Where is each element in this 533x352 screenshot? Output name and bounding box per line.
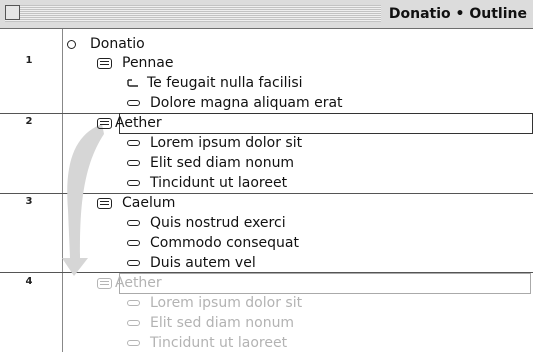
dash-icon bbox=[127, 260, 140, 266]
outline-item[interactable]: Elit sed diam nonum bbox=[127, 153, 294, 173]
drag-ghost-topic: Aether bbox=[97, 273, 162, 293]
item-label: Quis nostrud exerci bbox=[150, 215, 286, 231]
topic-icon bbox=[97, 57, 112, 69]
dash-icon bbox=[127, 160, 140, 166]
item-label: Lorem ipsum dolor sit bbox=[150, 135, 303, 151]
outline-item[interactable]: Duis autem vel bbox=[127, 253, 256, 273]
outline-topic-aether[interactable]: Aether bbox=[97, 113, 162, 133]
line-number-3: 3 bbox=[25, 196, 33, 207]
dash-icon bbox=[127, 320, 140, 326]
line-number-1: 1 bbox=[25, 55, 33, 66]
outline-item[interactable]: Te feugait nulla facilisi bbox=[127, 73, 303, 93]
item-label: Commodo consequat bbox=[150, 235, 299, 251]
drag-ghost-item: Lorem ipsum dolor sit bbox=[127, 293, 302, 313]
outline-window: Donatio • Outline 1 2 3 4 Donatio Pennae… bbox=[0, 0, 533, 352]
item-label: Te feugait nulla facilisi bbox=[147, 75, 303, 91]
dash-icon bbox=[127, 240, 140, 246]
drop-target-box bbox=[119, 273, 531, 294]
outline-item[interactable]: Commodo consequat bbox=[127, 233, 299, 253]
topic-icon bbox=[97, 197, 112, 209]
drag-ghost-item: Tincidunt ut laoreet bbox=[127, 333, 287, 352]
outline-topic-pennae[interactable]: Pennae bbox=[97, 53, 174, 73]
topic-icon bbox=[97, 117, 112, 129]
window-title: Donatio • Outline bbox=[380, 5, 527, 23]
outline-topic-caelum[interactable]: Caelum bbox=[97, 193, 175, 213]
outline-item[interactable]: Lorem ipsum dolor sit bbox=[127, 133, 302, 153]
outline-item[interactable]: Quis nostrud exerci bbox=[127, 213, 286, 233]
dash-icon bbox=[127, 100, 140, 106]
topic-label: Pennae bbox=[122, 55, 174, 71]
selection-box bbox=[119, 113, 533, 134]
topic-label: Caelum bbox=[122, 195, 176, 211]
line-number-2: 2 bbox=[25, 116, 33, 127]
ghost-item-label: Tincidunt ut laoreet bbox=[150, 335, 288, 351]
topic-icon bbox=[97, 277, 112, 289]
dash-icon bbox=[127, 220, 140, 226]
close-box-icon[interactable] bbox=[5, 5, 20, 20]
title-bar[interactable]: Donatio • Outline bbox=[0, 0, 533, 29]
outline-root[interactable]: Donatio bbox=[67, 34, 145, 54]
drag-ghost-item: Elit sed diam nonum bbox=[127, 313, 294, 333]
item-label: Elit sed diam nonum bbox=[150, 155, 295, 171]
topic-label: Aether bbox=[115, 115, 162, 131]
line-number-4: 4 bbox=[25, 276, 33, 287]
dash-icon bbox=[127, 340, 140, 346]
line-number-gutter bbox=[0, 29, 63, 352]
dash-icon bbox=[127, 140, 140, 146]
ghost-item-label: Lorem ipsum dolor sit bbox=[150, 295, 303, 311]
item-label: Dolore magna aliquam erat bbox=[150, 95, 343, 111]
ghost-topic-label: Aether bbox=[115, 275, 162, 291]
ghost-item-label: Elit sed diam nonum bbox=[150, 315, 295, 331]
item-label: Duis autem vel bbox=[150, 255, 256, 271]
outline-item[interactable]: Dolore magna aliquam erat bbox=[127, 93, 343, 113]
outline-root-label: Donatio bbox=[90, 36, 145, 52]
hook-arrow-icon bbox=[127, 79, 138, 87]
dash-icon bbox=[127, 180, 140, 186]
circle-icon bbox=[67, 39, 76, 49]
dash-icon bbox=[127, 300, 140, 306]
item-label: Tincidunt ut laoreet bbox=[150, 175, 288, 191]
outline-item[interactable]: Tincidunt ut laoreet bbox=[127, 173, 287, 193]
title-bar-stripes bbox=[5, 5, 383, 22]
